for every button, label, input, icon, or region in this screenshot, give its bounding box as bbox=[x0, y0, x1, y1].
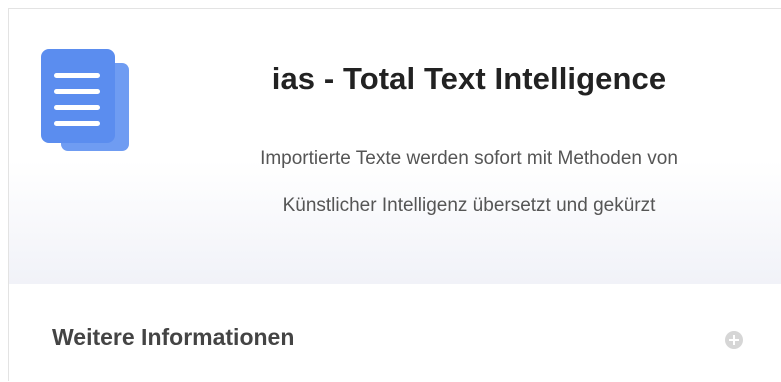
product-hero: ias - Total Text Intelligence Importiert… bbox=[9, 9, 781, 284]
more-info-toggle[interactable]: Weitere Informationen bbox=[9, 284, 781, 382]
product-description: Importierte Texte werden sofort mit Meth… bbox=[169, 135, 769, 229]
product-title: ias - Total Text Intelligence bbox=[271, 61, 667, 96]
description-line: Künstlicher Intelligenz übersetzt und ge… bbox=[282, 195, 656, 216]
plus-circle-icon[interactable] bbox=[725, 331, 743, 349]
description-line: Importierte Texte werden sofort mit Meth… bbox=[260, 148, 678, 169]
product-card: ias - Total Text Intelligence Importiert… bbox=[8, 8, 781, 382]
more-info-label: Weitere Informationen bbox=[52, 324, 295, 350]
document-stack-icon bbox=[41, 49, 131, 155]
